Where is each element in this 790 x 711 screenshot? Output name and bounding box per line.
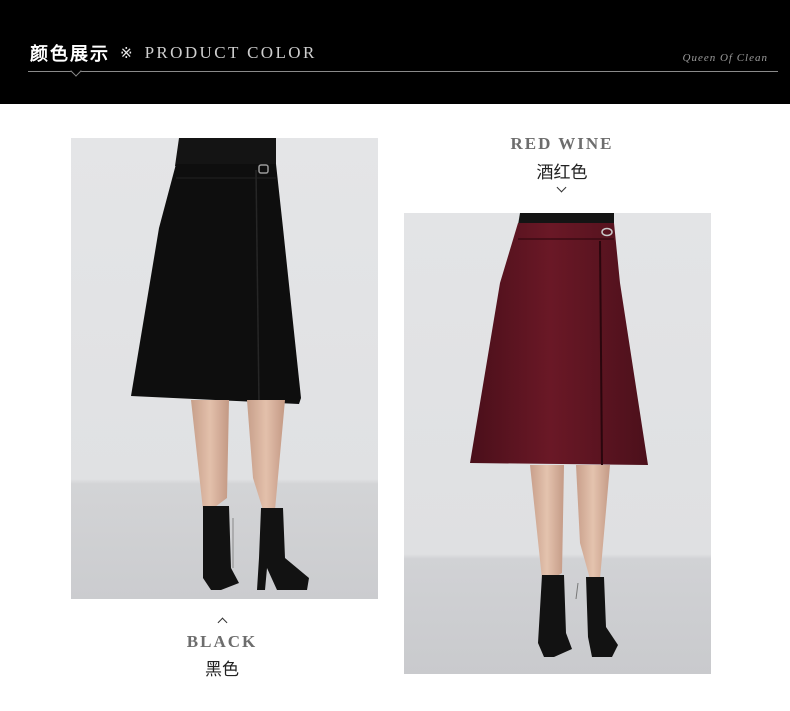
header-divider (28, 71, 778, 72)
section-title-cn: 颜色展示 (30, 44, 110, 65)
color-label-cn-red-wine: 酒红色 (536, 163, 588, 183)
divider-notch-icon (70, 65, 82, 77)
red-wine-skirt-photo (404, 213, 711, 674)
color-label-en-red-wine: RED WINE (510, 134, 614, 153)
brand-signature: Queen Of Clean (682, 52, 768, 64)
chevron-up-icon (217, 617, 228, 628)
header-bar: 颜色展示 ※ PRODUCT COLOR Queen Of Clean (0, 0, 790, 104)
reference-mark-icon: ※ (120, 44, 133, 62)
black-skirt-photo (71, 138, 378, 599)
section-title-en: PRODUCT COLOR (144, 43, 317, 62)
color-label-cn-black: 黑色 (205, 660, 239, 680)
chevron-down-icon (556, 182, 567, 193)
section-title: 颜色展示 ※ PRODUCT COLOR (30, 40, 317, 66)
color-label-en-black: BLACK (186, 632, 258, 651)
